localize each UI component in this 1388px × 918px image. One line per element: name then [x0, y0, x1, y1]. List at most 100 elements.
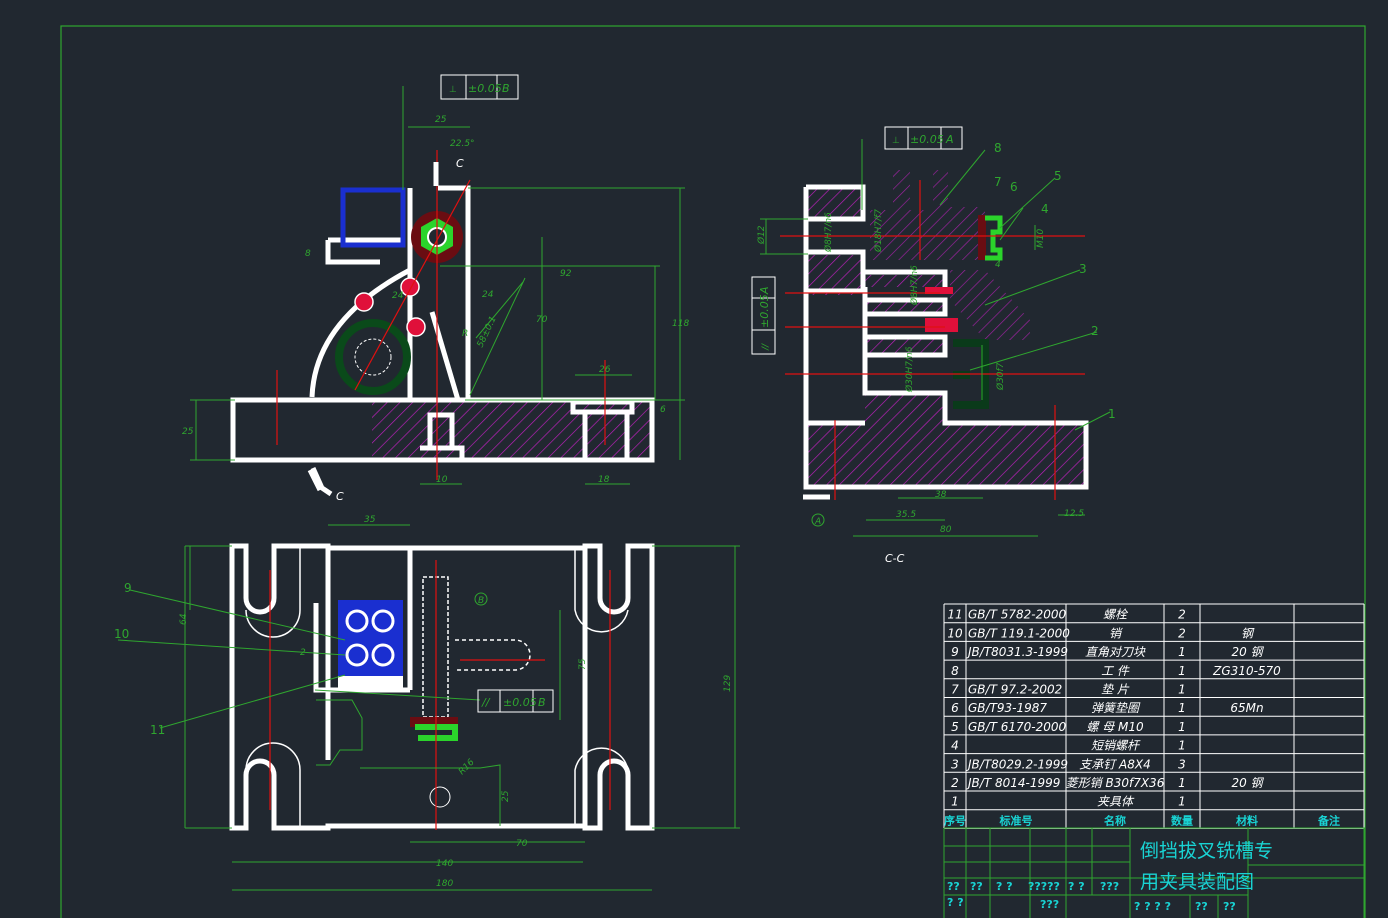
parts-cell-material: 20 钢	[1231, 776, 1264, 790]
section-mark: C	[336, 490, 344, 503]
dim-label: R16	[457, 757, 477, 777]
parts-cell-name: 销	[1109, 626, 1123, 640]
dim-label: 140	[436, 859, 453, 869]
parts-cell-qty: 1	[1178, 776, 1186, 790]
tolerance-symbol: ⊥	[449, 85, 457, 95]
parts-cell-no: 8	[951, 664, 959, 678]
dim-label: M10	[1036, 229, 1046, 248]
section-mark: C	[456, 157, 464, 170]
parts-cell-name: 弹簧垫圈	[1091, 701, 1141, 715]
section-tolerance-left: // ±0.05 A	[751, 276, 776, 355]
parts-cell-standard: JB/T8029.2-1999	[966, 757, 1068, 771]
cad-drawing: ⊥ ±0.05 B C C 25 22.5° 8 92 70 118 24 24…	[60, 25, 1366, 918]
parts-cell-material: 20 钢	[1231, 645, 1264, 659]
parts-cell-qty: 1	[1178, 701, 1186, 715]
dim-label: 118	[672, 319, 689, 329]
tolerance-datum: B	[502, 82, 510, 95]
parts-cell-standard: GB/T 5782-2000	[968, 608, 1066, 622]
tolerance-value: ±0.05	[758, 294, 771, 328]
dim-label: 24	[482, 290, 494, 300]
tolerance-value: ±0.05	[910, 133, 944, 146]
parts-cell-name: 支承钉 A8X4	[1079, 757, 1151, 771]
parts-cell-name: 直角对刀块	[1085, 645, 1146, 659]
dim-label: 70	[536, 315, 548, 325]
parts-header: 数量	[1171, 813, 1193, 827]
dim-label: 18	[598, 475, 610, 485]
parts-cell-no: 9	[951, 645, 959, 659]
dim-label: 22.5°	[450, 139, 475, 149]
parts-cell-qty: 1	[1178, 795, 1186, 809]
title-block: 倒挡拔叉铣槽专 用夹具装配图 ?? ?? ? ? ????? ? ? ??? ?…	[943, 827, 1365, 918]
drawing-title-line2: 用夹具装配图	[1140, 871, 1254, 893]
top-tolerance-frame: // ±0.05 B	[477, 689, 554, 713]
datum-label: A	[814, 517, 821, 527]
title-cell: ?????	[1028, 880, 1060, 893]
parts-cell-standard: JB/T 8014-1999	[966, 776, 1060, 790]
parts-cell-no: 10	[947, 626, 963, 640]
dim-label: Ø8H7/n6	[909, 265, 920, 306]
parts-cell-standard: GB/T 97.2-2002	[968, 683, 1062, 697]
part-callout: 10	[114, 627, 129, 641]
dim-label: 70	[516, 839, 528, 849]
dim-label: 35.5	[896, 510, 916, 520]
dim-label: 2	[300, 648, 306, 658]
dim-label: Ø12	[756, 225, 767, 245]
part-callout: 4	[1041, 202, 1049, 216]
datum-label: B	[478, 596, 484, 606]
title-cell: ???	[1040, 898, 1059, 911]
dim-label: 12.5	[1064, 509, 1084, 519]
parts-header: 序号	[944, 813, 966, 827]
dim-label: Ø18H7/f7	[873, 209, 884, 253]
parts-cell-no: 11	[947, 608, 962, 622]
part-callout: 5	[1054, 169, 1062, 183]
title-cell: ? ?	[947, 896, 964, 909]
parts-header: 标准号	[999, 813, 1033, 827]
dim-label: 180	[436, 879, 453, 889]
parts-cell-name: 螺栓	[1103, 608, 1129, 622]
tolerance-value: ±0.05	[468, 82, 502, 95]
parts-cell-material: 钢	[1241, 626, 1255, 640]
dim-label: Ø30H7/n6	[904, 346, 915, 393]
parts-header: 材料	[1236, 813, 1258, 827]
tolerance-datum: A	[758, 286, 771, 295]
part-callout: 11	[150, 723, 165, 737]
parts-cell-qty: 1	[1178, 720, 1186, 734]
dim-label: 25	[435, 115, 447, 125]
parts-cell-standard: GB/T 119.1-2000	[968, 626, 1070, 640]
parts-cell-qty: 2	[1178, 608, 1186, 622]
front-view: ⊥ ±0.05 B C C 25 22.5° 8 92 70 118 24 24…	[182, 74, 689, 503]
tolerance-datum: B	[538, 696, 546, 709]
part-callout: 1	[1108, 407, 1116, 421]
part-callout: 3	[1079, 262, 1087, 276]
section-tolerance-top: ⊥ ±0.05 A	[884, 126, 963, 150]
dim-label: 8	[305, 249, 311, 259]
parts-cell-no: 6	[951, 701, 959, 715]
part-callout: 7	[994, 175, 1002, 189]
tolerance-symbol: //	[481, 696, 491, 709]
section-title: C-C	[885, 552, 905, 565]
tolerance-value: ±0.05	[503, 696, 537, 709]
dim-label: 92	[560, 269, 572, 279]
parts-cell-no: 3	[951, 757, 959, 771]
parts-cell-qty: 1	[1178, 683, 1186, 697]
parts-cell-name: 菱形销 B30f7X36	[1066, 776, 1165, 790]
parts-cell-material: 65Mn	[1230, 701, 1263, 715]
parts-cell-name: 螺 母 M10	[1086, 720, 1144, 734]
title-cell: ??	[1223, 900, 1236, 913]
dim-label: 4	[995, 260, 1001, 270]
parts-cell-name: 垫 片	[1101, 683, 1130, 697]
parts-cell-qty: 1	[1178, 664, 1186, 678]
parts-cell-qty: 1	[1178, 739, 1186, 753]
dim-label: 26	[599, 365, 611, 375]
parts-cell-no: 5	[951, 720, 959, 734]
dim-label: 129	[723, 675, 733, 692]
dim-label: Ø8H7/n6	[823, 212, 834, 253]
parts-cell-no: 2	[951, 776, 959, 790]
parts-cell-standard: JB/T8031.3-1999	[966, 645, 1068, 659]
drawing-title-line1: 倒挡拔叉铣槽专	[1140, 840, 1273, 862]
drawing-frame	[60, 25, 1366, 918]
top-view: // ±0.05 B B 9 10 11 35 64 75 129 140 18…	[114, 515, 740, 891]
parts-list-table: 11 GB/T 5782-2000 螺栓 210 GB/T 119.1-2000 销 2 钢9…	[943, 603, 1365, 829]
front-tolerance-frame: ⊥ ±0.05 B	[440, 74, 519, 100]
part-callout: 6	[1010, 180, 1018, 194]
